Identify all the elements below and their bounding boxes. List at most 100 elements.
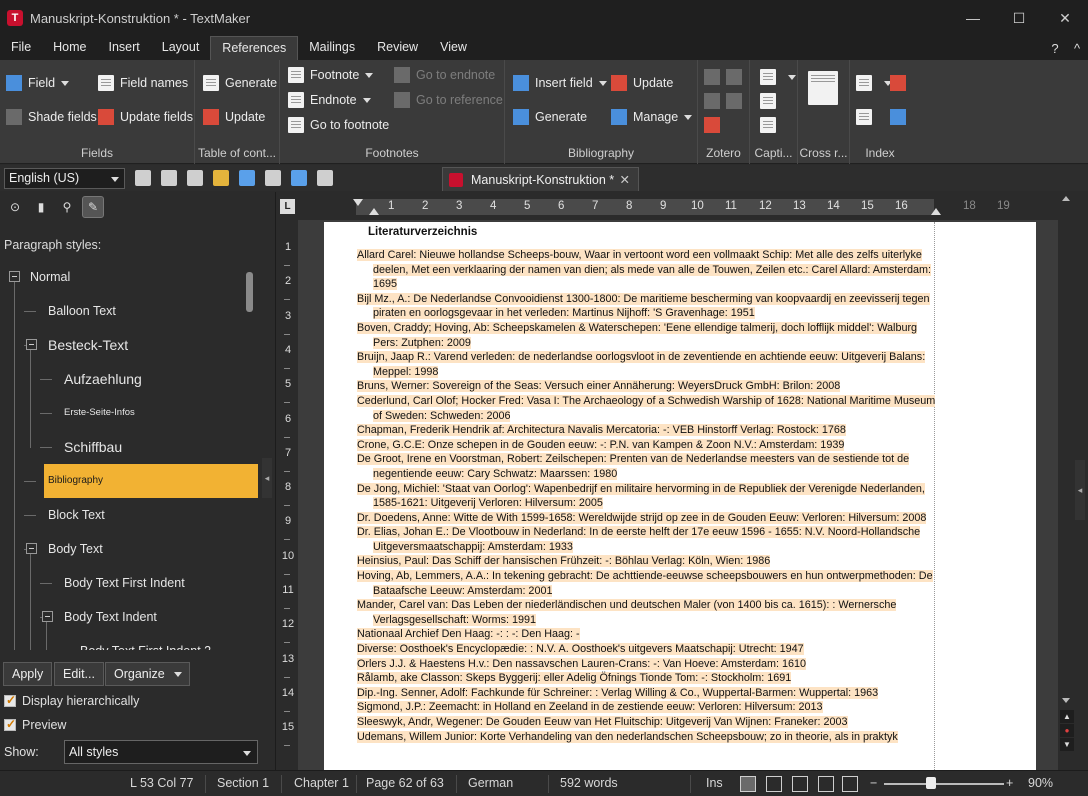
help-icon[interactable]: ?	[1044, 41, 1066, 56]
preview-checkbox[interactable]: Preview	[4, 716, 66, 734]
collapse-ribbon-icon[interactable]: ^	[1066, 41, 1088, 56]
menu-mailings[interactable]: Mailings	[298, 36, 366, 60]
zoom-level[interactable]: 90%	[1028, 776, 1053, 790]
paragraph-list-icon[interactable]	[135, 170, 151, 186]
style-item-aufzaehlung[interactable]: Aufzaehlung	[60, 365, 142, 393]
previous-page-icon[interactable]: ▲	[1060, 710, 1074, 723]
document-tab[interactable]: Manuskript-Konstruktion * ✕	[442, 167, 639, 191]
scroll-down-icon[interactable]	[1062, 698, 1070, 703]
update-fields-button[interactable]: Update fields	[98, 106, 193, 128]
organize-button[interactable]: Organize	[105, 662, 190, 686]
style-item-balloon-text[interactable]: Balloon Text	[44, 297, 116, 325]
document-page[interactable]: Literaturverzeichnis Allard Carel: Nieuw…	[324, 222, 1036, 770]
navigator-icon[interactable]: ⊙	[4, 196, 26, 218]
zoom-out-button[interactable]: −	[870, 776, 877, 790]
menu-file[interactable]: File	[0, 36, 42, 60]
style-item-bibliography[interactable]: Bibliography	[44, 464, 258, 498]
outline-view-icon[interactable]	[766, 776, 782, 792]
show-styles-select[interactable]: All styles	[64, 740, 258, 764]
shade-fields-button[interactable]: Shade fields	[6, 106, 97, 128]
close-window-button[interactable]: ✕	[1042, 0, 1088, 36]
open-folder-icon[interactable]	[213, 170, 229, 186]
collapse-sidebar-handle[interactable]: ◂	[262, 458, 272, 498]
menu-home[interactable]: Home	[42, 36, 97, 60]
insert-mode[interactable]: Ins	[706, 776, 723, 790]
caption-settings-button[interactable]	[760, 90, 782, 112]
document-area[interactable]: Literaturverzeichnis Allard Carel: Nieuw…	[298, 220, 1058, 770]
first-line-indent-marker[interactable]	[353, 199, 363, 206]
bibliography-manage-button[interactable]: Manage	[611, 106, 693, 128]
menu-references[interactable]: References	[210, 36, 299, 60]
edit-button[interactable]: Edit...	[54, 662, 104, 686]
book-view-icon[interactable]	[842, 776, 858, 792]
display-hierarchically-checkbox[interactable]: Display hierarchically	[4, 692, 139, 710]
style-item-body-text-first-indent[interactable]: Body Text First Indent	[60, 569, 185, 597]
find-icon[interactable]: ⚲	[56, 196, 78, 218]
zoom-in-button[interactable]: +	[1006, 776, 1013, 790]
right-indent-marker[interactable]	[931, 208, 941, 215]
undo-icon[interactable]	[265, 170, 281, 186]
zoom-slider[interactable]	[884, 783, 1004, 785]
save-icon[interactable]	[239, 170, 255, 186]
endnote-button[interactable]: Endnote	[288, 89, 371, 111]
bibliography-generate-button[interactable]: Generate	[513, 106, 587, 128]
go-to-reference-button[interactable]: Go to reference	[394, 89, 503, 111]
maximize-button[interactable]: ☐	[996, 0, 1042, 36]
go-to-endnote-button[interactable]: Go to endnote	[394, 64, 495, 86]
style-item-block-text[interactable]: Block Text	[44, 501, 105, 529]
redo-icon[interactable]	[291, 170, 307, 186]
hanging-indent-marker[interactable]	[369, 208, 379, 215]
zotero-insert-button[interactable]	[704, 66, 726, 88]
new-document-icon[interactable]	[187, 170, 203, 186]
zotero-refresh-button[interactable]	[726, 66, 748, 88]
toc-update-button[interactable]: Update	[203, 106, 265, 128]
zotero-unlink-button[interactable]	[726, 90, 748, 112]
minimize-button[interactable]: —	[950, 0, 996, 36]
menu-insert[interactable]: Insert	[98, 36, 151, 60]
collapse-right-panel-handle[interactable]: ◂	[1075, 460, 1085, 520]
scroll-up-icon[interactable]	[1062, 196, 1070, 201]
apply-button[interactable]: Apply	[3, 662, 53, 686]
tab-stop-selector[interactable]: L	[280, 199, 295, 214]
style-item-body-text[interactable]: Body Text	[44, 535, 103, 563]
style-item-body-text-first-indent-2[interactable]: Body Text First Indent 2	[76, 637, 211, 650]
page-view-icon[interactable]	[792, 776, 808, 792]
hand-tool-icon[interactable]	[161, 170, 177, 186]
index-update-button[interactable]	[890, 72, 912, 94]
cross-reference-button[interactable]	[808, 70, 844, 106]
index-mark-button[interactable]	[856, 106, 878, 128]
bibliography-update-button[interactable]: Update	[611, 72, 673, 94]
style-item-besteck-text[interactable]: Besteck-Text	[44, 331, 128, 359]
go-to-footnote-button[interactable]: Go to footnote	[288, 114, 389, 136]
footnote-button[interactable]: Footnote	[288, 64, 374, 86]
index-edit-button[interactable]	[890, 106, 912, 128]
tree-scrollbar[interactable]	[246, 272, 253, 312]
normal-view-icon[interactable]	[740, 776, 756, 792]
objects-icon[interactable]: ▮	[30, 196, 52, 218]
field-names-button[interactable]: Field names	[98, 72, 188, 94]
pointer-icon[interactable]	[317, 170, 333, 186]
insert-field-button[interactable]: Insert field	[513, 72, 607, 94]
vertical-ruler[interactable]: 1 2 3 4 5 6 7 8 9 10 11 12 13 14 15	[278, 220, 298, 770]
document-scrollbar[interactable]	[1058, 192, 1074, 770]
close-tab-icon[interactable]: ✕	[620, 172, 630, 187]
style-item-normal[interactable]: Normal	[26, 263, 70, 291]
toc-generate-button[interactable]: Generate	[203, 72, 277, 94]
menu-view[interactable]: View	[429, 36, 478, 60]
master-page-view-icon[interactable]	[818, 776, 834, 792]
caption-list-button[interactable]	[760, 114, 782, 136]
insert-caption-button[interactable]	[760, 66, 796, 88]
index-insert-button[interactable]	[856, 72, 892, 94]
styles-brush-icon[interactable]: ✎	[82, 196, 104, 218]
next-page-icon[interactable]: ▼	[1060, 738, 1074, 751]
zotero-preferences-button[interactable]	[704, 114, 726, 136]
horizontal-ruler[interactable]: 1 2 3 4 5 6 7 8 9 10 11 12 13 14 15 16 18 19	[298, 197, 1058, 217]
browse-object-icon[interactable]: ●	[1060, 724, 1074, 737]
zotero-bibliography-button[interactable]	[704, 90, 726, 112]
field-button[interactable]: Field	[6, 72, 70, 94]
style-item-body-text-indent[interactable]: Body Text Indent	[60, 603, 157, 631]
zoom-slider-thumb[interactable]	[926, 777, 936, 789]
menu-layout[interactable]: Layout	[151, 36, 211, 60]
menu-review[interactable]: Review	[366, 36, 429, 60]
language-select[interactable]: English (US)	[4, 167, 125, 189]
